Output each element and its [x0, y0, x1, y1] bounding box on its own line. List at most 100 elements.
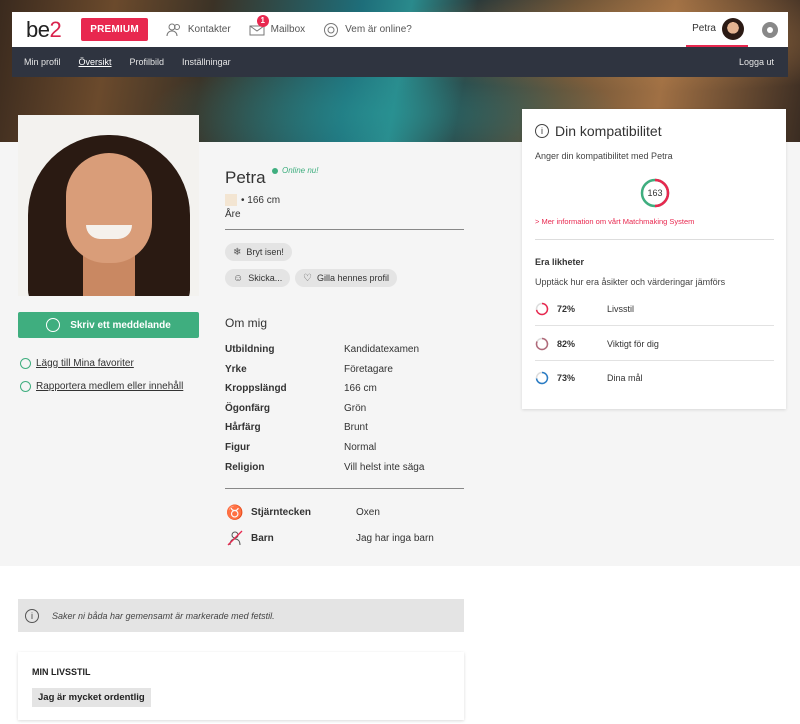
- kids-row: Barn Jag har inga barn: [225, 528, 434, 548]
- zodiac-value: Oxen: [356, 506, 380, 518]
- about-table: Utbildning Kandidatexamen Yrke Företagare Kr…: [225, 344, 465, 481]
- mail-badge: 1: [256, 14, 269, 27]
- sub-navigation: Min profil Översikt Profilbild Inställni…: [12, 47, 788, 77]
- similarity-label: Dina mål: [607, 373, 643, 383]
- send-button[interactable]: ☺ Skicka...: [225, 269, 291, 287]
- add-favorite-link[interactable]: Lägg till Mina favoriter: [20, 358, 134, 369]
- matchmaking-info-link[interactable]: > Mer information om vårt Matchmaking Sy…: [535, 217, 694, 226]
- about-row: Yrke Företagare: [225, 364, 465, 384]
- about-row: Ögonfärg Grön: [225, 403, 465, 423]
- write-message-label: Skriv ett meddelande: [70, 319, 171, 331]
- compat-score-gauge[interactable]: 163: [639, 177, 671, 209]
- compatibility-card: i Din kompatibilitet Anger din kompatibi…: [522, 109, 786, 409]
- about-key: Religion: [225, 461, 265, 473]
- zodiac-row: ♉ Stjärntecken Oxen: [225, 502, 380, 522]
- profile-name: Petra: [225, 168, 266, 187]
- about-row: Utbildning Kandidatexamen: [225, 344, 465, 364]
- about-value: Normal: [344, 441, 377, 453]
- nav-online-label: Vem är online?: [345, 24, 412, 35]
- subnav-profile-picture[interactable]: Profilbild: [130, 57, 165, 67]
- profile-photo[interactable]: [18, 115, 199, 296]
- heart-icon: ♡: [303, 272, 312, 284]
- flag-icon: [20, 381, 31, 392]
- similarity-ring-icon: [535, 302, 549, 315]
- about-row: Kroppslängd 166 cm: [225, 383, 465, 403]
- zodiac-label: Stjärntecken: [251, 506, 312, 518]
- kids-label: Barn: [251, 532, 274, 544]
- premium-button[interactable]: PREMIUM: [81, 18, 148, 41]
- add-favorite-label: Lägg till Mina favoriter: [36, 358, 134, 369]
- similarity-row[interactable]: 82% Viktigt för dig: [535, 327, 774, 361]
- icebreak-label: Bryt isen!: [246, 247, 284, 257]
- about-row: Hårfärg Brunt: [225, 422, 465, 442]
- report-label: Rapportera medlem eller innehåll: [36, 381, 184, 392]
- nav-online[interactable]: Vem är online?: [323, 22, 412, 38]
- smiley-icon: ☺: [233, 272, 244, 284]
- about-value: 166 cm: [344, 383, 377, 395]
- about-value: Vill helst inte säga: [344, 461, 425, 473]
- compat-subtitle: Anger din kompatibilitet med Petra: [535, 151, 673, 161]
- info-icon: i: [25, 608, 39, 623]
- lifestyle-tag: Jag är mycket ordentlig: [32, 688, 151, 707]
- divider: [225, 488, 464, 489]
- similarities-title: Era likheter: [535, 257, 585, 267]
- subnav-overview[interactable]: Översikt: [79, 57, 112, 67]
- send-label: Skicka...: [248, 273, 283, 283]
- about-key: Ögonfärg: [225, 402, 270, 414]
- divider: [535, 239, 774, 240]
- write-message-button[interactable]: Skriv ett meddelande: [18, 312, 199, 338]
- similarity-label: Livsstil: [607, 303, 635, 314]
- similarity-percent: 73%: [557, 373, 576, 383]
- taurus-icon: ♉: [226, 503, 244, 520]
- online-status: Online nu!: [272, 166, 318, 175]
- similarity-label: Viktigt för dig: [607, 338, 659, 349]
- no-kids-icon: [225, 528, 245, 548]
- top-navigation-bar: be2 PREMIUM Kontakter 1 Mailbox Vem är o…: [12, 12, 788, 47]
- subnav-my-profile[interactable]: Min profil: [24, 57, 61, 67]
- logo[interactable]: be2: [26, 17, 62, 43]
- notice-bar: i Saker ni båda har gemensamt är markera…: [18, 599, 464, 632]
- nav-contacts[interactable]: Kontakter: [166, 22, 231, 38]
- similarity-ring-icon: [535, 371, 549, 385]
- lifestyle-card: MIN LIVSSTIL Jag är mycket ordentlig: [18, 652, 464, 720]
- nav-mailbox[interactable]: 1 Mailbox: [249, 14, 306, 38]
- compat-title: Din kompatibilitet: [555, 123, 662, 139]
- chat-icon: [46, 318, 61, 332]
- about-key: Figur: [225, 441, 250, 453]
- about-key: Kroppslängd: [225, 383, 287, 395]
- about-value: Företagare: [344, 363, 393, 375]
- similarity-ring-icon: [535, 337, 549, 350]
- profile-city: Åre: [225, 209, 241, 220]
- icebreak-button[interactable]: ❄ Bryt isen!: [225, 243, 292, 261]
- divider: [225, 229, 464, 230]
- similarities-subtitle: Upptäck hur era åsikter och värderingar …: [535, 277, 726, 287]
- snowflake-icon: ❄: [233, 246, 242, 258]
- about-row: Figur Normal: [225, 442, 465, 462]
- subnav-settings[interactable]: Inställningar: [182, 57, 231, 67]
- similarity-row[interactable]: 72% Livsstil: [535, 292, 774, 326]
- online-icon: [324, 22, 339, 37]
- similarity-percent: 82%: [557, 338, 576, 349]
- about-value: Grön: [344, 402, 367, 414]
- info-icon[interactable]: i: [535, 124, 549, 138]
- user-name: Petra: [692, 23, 716, 34]
- star-icon: [20, 358, 31, 369]
- compat-score: 163: [647, 188, 663, 198]
- logout-link[interactable]: Logga ut: [739, 57, 774, 67]
- eye-icon[interactable]: [762, 21, 778, 38]
- lifestyle-title: MIN LIVSSTIL: [32, 667, 91, 677]
- avatar: [722, 17, 744, 40]
- user-menu[interactable]: Petra: [686, 12, 748, 47]
- about-title: Om mig: [225, 316, 267, 330]
- similarity-percent: 72%: [557, 303, 576, 314]
- like-profile-button[interactable]: ♡ Gilla hennes profil: [295, 269, 398, 287]
- like-profile-label: Gilla hennes profil: [316, 273, 390, 283]
- contacts-icon: [166, 23, 180, 36]
- similarity-row[interactable]: 73% Dina mål: [535, 361, 774, 395]
- report-link[interactable]: Rapportera medlem eller innehåll: [20, 381, 183, 392]
- about-value: Brunt: [344, 422, 368, 434]
- notice-text: Saker ni båda har gemensamt är markerade…: [52, 610, 275, 621]
- nav-mailbox-label: Mailbox: [270, 24, 306, 35]
- about-key: Yrke: [225, 363, 247, 375]
- about-key: Utbildning: [225, 344, 275, 355]
